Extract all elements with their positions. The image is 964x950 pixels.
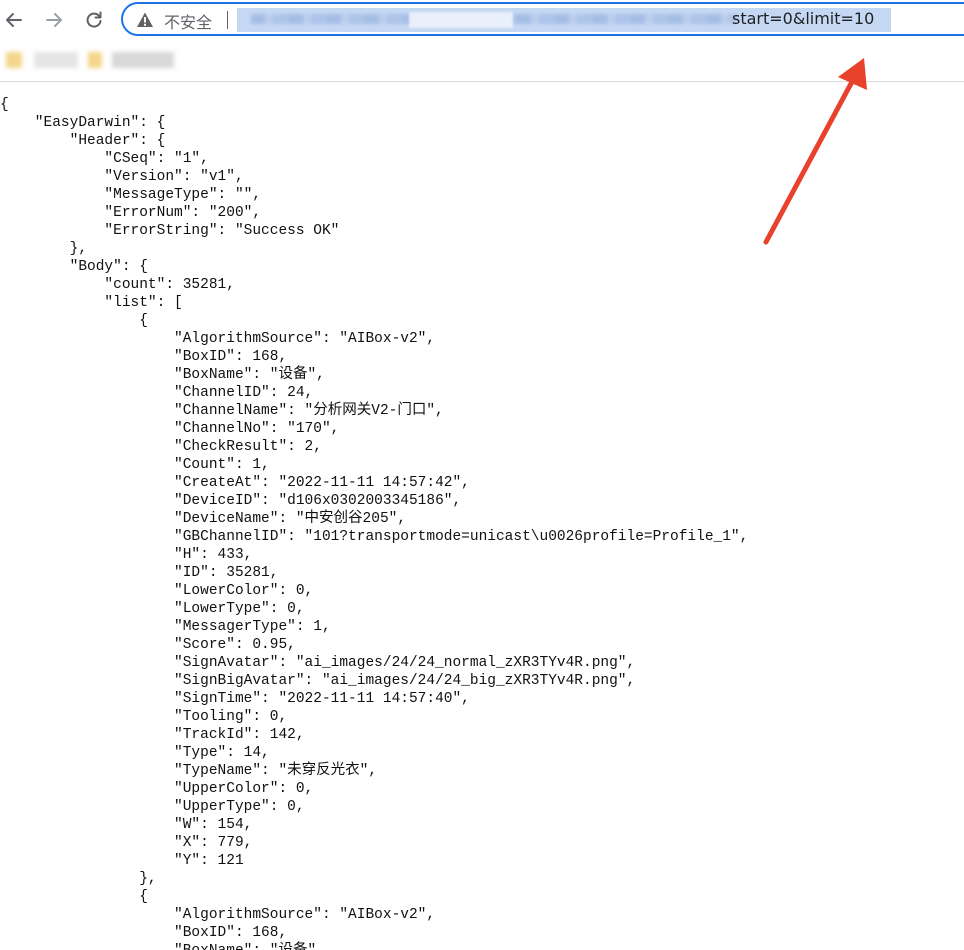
url-divider [227, 11, 228, 29]
browser-toolbar: 不安全 start=0&limit=10 [0, 0, 964, 40]
reload-icon [86, 11, 102, 28]
bookmark-item[interactable] [34, 52, 78, 68]
red-annotation-arrow [763, 58, 867, 245]
json-response-text: { "EasyDarwin": { "Header": { "CSeq": "1… [0, 97, 749, 950]
reload-button[interactable] [80, 6, 108, 34]
bookmark-folder-icon[interactable] [6, 52, 22, 68]
bookmark-folder-icon[interactable] [88, 52, 102, 68]
back-button[interactable] [0, 6, 28, 34]
warning-triangle-icon [137, 12, 153, 27]
address-bar[interactable]: 不安全 start=0&limit=10 [121, 2, 964, 36]
bookmark-item[interactable] [112, 52, 174, 68]
url-redacted-gap [409, 12, 513, 28]
arrow-right-icon [46, 13, 62, 27]
url-text[interactable]: start=0&limit=10 [732, 9, 874, 28]
arrow-left-icon [6, 13, 22, 27]
security-label[interactable]: 不安全 [164, 9, 212, 33]
browser-window: 不安全 start=0&limit=10 { "EasyDarwin": { "… [0, 0, 964, 950]
forward-button[interactable] [40, 6, 68, 34]
